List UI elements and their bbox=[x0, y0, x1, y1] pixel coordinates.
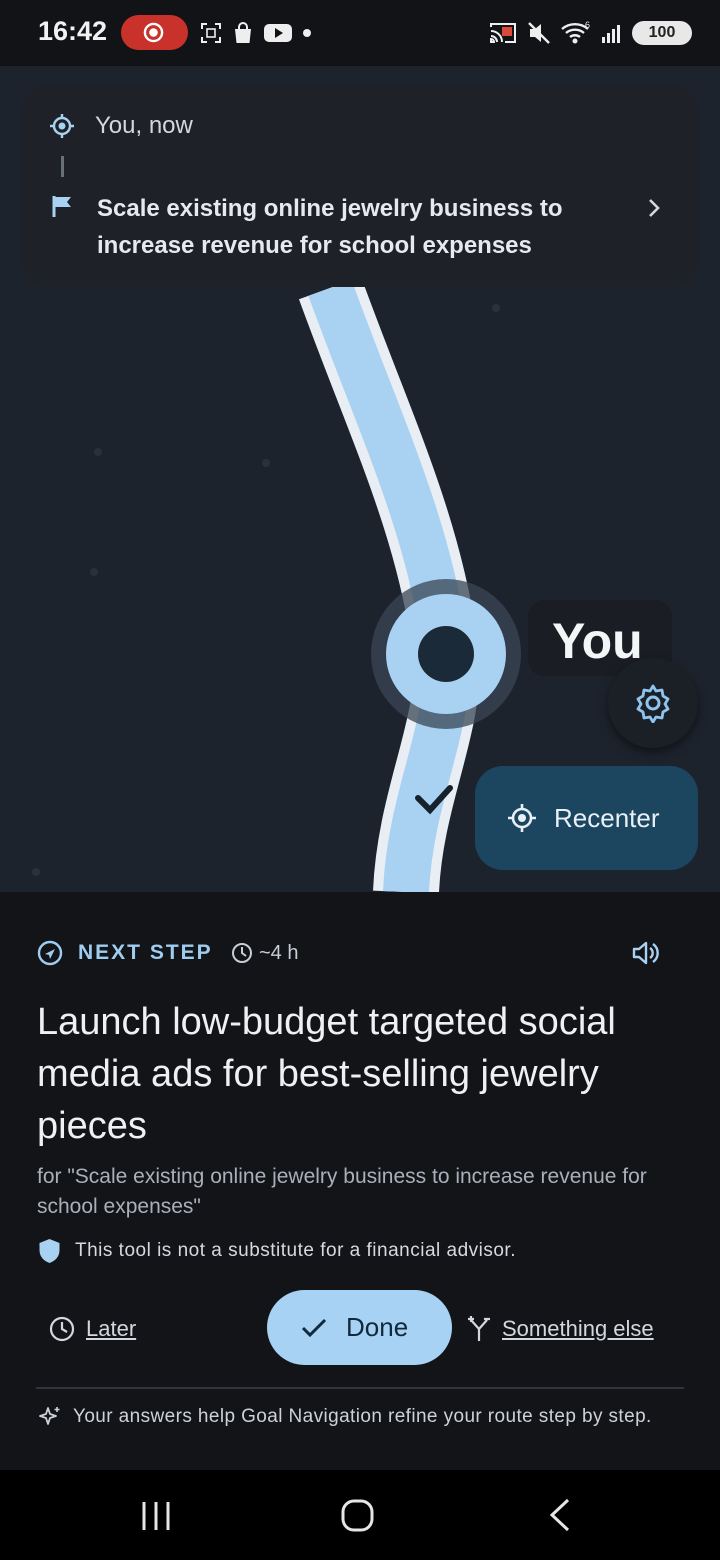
check-icon bbox=[301, 1318, 327, 1338]
speaker-icon[interactable] bbox=[631, 939, 661, 967]
shopping-bag-icon bbox=[235, 22, 251, 43]
route-summary-card[interactable]: You, now Scale existing online jewelry b… bbox=[22, 85, 698, 287]
navigation-icon bbox=[37, 940, 63, 966]
cast-icon bbox=[490, 23, 516, 43]
system-nav-bar bbox=[0, 1470, 720, 1560]
dot-icon bbox=[303, 29, 311, 37]
done-label: Done bbox=[346, 1312, 409, 1342]
clock-icon bbox=[49, 1316, 75, 1342]
route-connector bbox=[61, 156, 64, 177]
shield-icon bbox=[39, 1239, 60, 1263]
signal-icon bbox=[602, 25, 620, 43]
something-else-button[interactable]: Something else bbox=[502, 1316, 654, 1342]
route-map[interactable]: You, now Scale existing online jewelry b… bbox=[0, 66, 720, 892]
step-title: Launch low-budget targeted social media … bbox=[37, 1001, 616, 1147]
recenter-label: Recenter bbox=[554, 803, 660, 833]
next-step-sheet: NEXT STEP ~4 h Launch low-budget targete… bbox=[0, 892, 720, 1470]
disclaimer-text: This tool is not a substitute for a fina… bbox=[75, 1240, 516, 1261]
later-button[interactable]: Later bbox=[86, 1316, 136, 1342]
gear-icon bbox=[636, 684, 670, 723]
you-label-text: You bbox=[552, 613, 643, 669]
my-location-icon bbox=[508, 804, 536, 832]
status-bar: 16:42 6 100 bbox=[0, 0, 720, 66]
screenshot-icon bbox=[201, 23, 221, 43]
wifi-icon: 6 bbox=[561, 20, 590, 44]
recent-apps-icon[interactable] bbox=[139, 1499, 173, 1533]
sparkle-icon bbox=[39, 1407, 60, 1425]
recenter-button[interactable]: Recenter bbox=[475, 766, 698, 870]
screen-record-indicator[interactable] bbox=[121, 15, 188, 50]
step-goal-context: for "Scale existing online jewelry busin… bbox=[37, 1165, 647, 1218]
youtube-icon bbox=[264, 24, 292, 42]
home-icon[interactable] bbox=[340, 1498, 375, 1533]
status-time: 16:42 bbox=[38, 16, 108, 46]
step-duration: ~4 h bbox=[259, 942, 299, 964]
fork-icon bbox=[468, 1316, 490, 1341]
clock-icon bbox=[232, 943, 252, 963]
divider bbox=[36, 1387, 684, 1389]
footnote-text: Your answers help Goal Navigation refine… bbox=[73, 1406, 652, 1427]
battery-level: 100 bbox=[648, 24, 676, 41]
done-button[interactable]: Done bbox=[267, 1290, 452, 1365]
next-step-label: NEXT STEP bbox=[78, 941, 213, 964]
mute-icon bbox=[528, 22, 550, 44]
svg-text:6: 6 bbox=[585, 20, 590, 30]
screen-record-icon bbox=[143, 22, 164, 43]
route-goal: Scale existing online jewelry business t… bbox=[97, 195, 563, 259]
chevron-right-icon[interactable] bbox=[642, 195, 666, 221]
route-origin: You, now bbox=[95, 112, 193, 139]
my-location-icon bbox=[50, 114, 74, 138]
flag-icon bbox=[52, 196, 71, 217]
battery-icon: 100 bbox=[632, 21, 692, 45]
back-icon[interactable] bbox=[547, 1497, 573, 1533]
settings-button[interactable] bbox=[608, 658, 698, 748]
